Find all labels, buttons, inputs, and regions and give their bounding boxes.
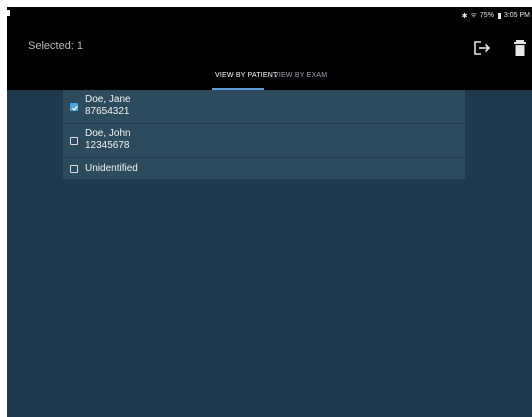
patient-id: 12345678 [85, 140, 130, 151]
delete-button[interactable] [513, 39, 527, 57]
patient-name: Unidentified [85, 163, 138, 174]
checkbox[interactable] [70, 165, 78, 173]
checkbox[interactable] [70, 137, 78, 145]
clock: 3:05 PM [503, 12, 530, 19]
bluetooth-icon: ✱ [461, 12, 468, 20]
wifi-icon: ᯤ [470, 12, 477, 19]
list-item[interactable]: Doe, John 12345678 [63, 124, 465, 158]
tab-view-by-patient[interactable]: VIEW BY PATIENT [215, 72, 278, 79]
checkmark-icon [72, 105, 78, 111]
patient-name: Doe, John [85, 128, 131, 139]
patient-id: 87654321 [85, 106, 130, 117]
checkbox-checked[interactable] [70, 103, 78, 111]
export-button[interactable] [472, 39, 492, 57]
patient-list: Doe, Jane 87654321 Doe, John 12345678 Un… [63, 90, 465, 180]
patient-label: Doe, John 12345678 [85, 128, 131, 152]
notification-icon [7, 10, 10, 16]
patient-label: Doe, Jane 87654321 [85, 94, 131, 118]
battery-percent: 75% [479, 12, 494, 19]
selection-count: Selected: 1 [28, 40, 84, 52]
status-bar: ✱ ᯤ 75% 3:05 PM [7, 7, 532, 23]
app-bar: Selected: 1 VIEW BY PATIENT VIEW BY EXAM [7, 23, 532, 90]
status-indicators: ✱ ᯤ 75% 3:05 PM [462, 11, 530, 20]
list-item[interactable]: Unidentified [63, 158, 465, 180]
tab-view-by-exam[interactable]: VIEW BY EXAM [274, 72, 327, 79]
export-icon [474, 41, 491, 55]
battery-icon [497, 12, 501, 19]
app-screen: ✱ ᯤ 75% 3:05 PM Selected: 1 VIEW BY PATI… [7, 7, 532, 417]
trash-icon [514, 40, 526, 56]
list-item[interactable]: Doe, Jane 87654321 [63, 90, 465, 124]
patient-name: Doe, Jane [85, 94, 131, 105]
